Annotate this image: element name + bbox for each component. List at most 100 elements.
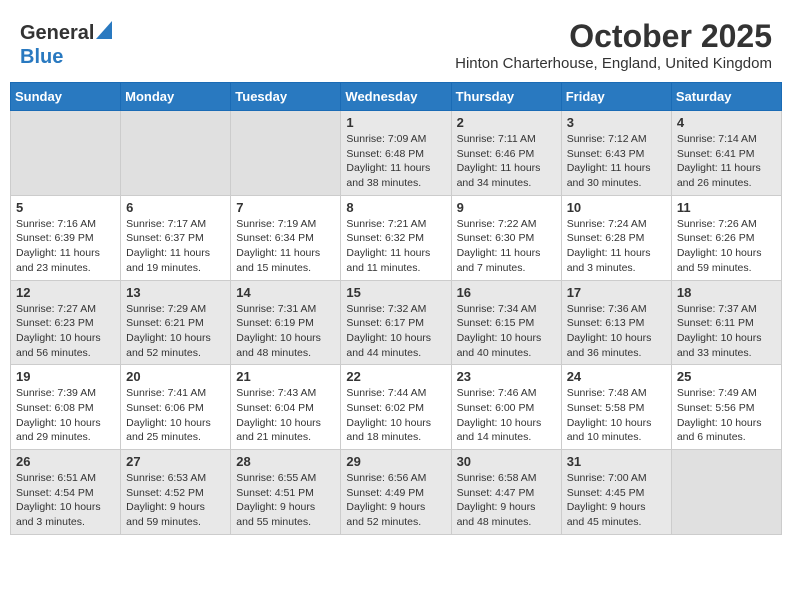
day-number: 18 bbox=[677, 285, 776, 300]
calendar-cell: 28Sunrise: 6:55 AMSunset: 4:51 PMDayligh… bbox=[231, 450, 341, 535]
day-number: 26 bbox=[16, 454, 115, 469]
day-info: Sunrise: 7:48 AMSunset: 5:58 PMDaylight:… bbox=[567, 386, 666, 445]
day-number: 13 bbox=[126, 285, 225, 300]
day-info: Sunrise: 7:12 AMSunset: 6:43 PMDaylight:… bbox=[567, 132, 666, 191]
day-number: 14 bbox=[236, 285, 335, 300]
day-number: 27 bbox=[126, 454, 225, 469]
day-info: Sunrise: 7:17 AMSunset: 6:37 PMDaylight:… bbox=[126, 217, 225, 276]
header-wednesday: Wednesday bbox=[341, 83, 451, 111]
day-info: Sunrise: 7:16 AMSunset: 6:39 PMDaylight:… bbox=[16, 217, 115, 276]
day-number: 22 bbox=[346, 369, 445, 384]
day-number: 2 bbox=[457, 115, 556, 130]
day-info: Sunrise: 7:09 AMSunset: 6:48 PMDaylight:… bbox=[346, 132, 445, 191]
calendar-cell: 9Sunrise: 7:22 AMSunset: 6:30 PMDaylight… bbox=[451, 195, 561, 280]
calendar-cell: 19 Sunrise: 7:39 AMSunset: 6:08 PMDayligh… bbox=[11, 365, 121, 450]
day-info: Sunrise: 7:31 AMSunset: 6:19 PMDaylight:… bbox=[236, 302, 335, 361]
day-info: Sunrise: 7:21 AMSunset: 6:32 PMDaylight:… bbox=[346, 217, 445, 276]
day-number: 25 bbox=[677, 369, 776, 384]
logo-blue-text: Blue bbox=[20, 46, 63, 68]
week-row-3: 12 Sunrise: 7:27 AMSunset: 6:23 PMDayligh… bbox=[11, 280, 782, 365]
calendar-cell bbox=[11, 111, 121, 196]
day-info: Sunrise: 6:51 AMSunset: 4:54 PMDaylight:… bbox=[16, 471, 115, 530]
day-number: 3 bbox=[567, 115, 666, 130]
day-info: Sunrise: 6:55 AMSunset: 4:51 PMDaylight:… bbox=[236, 471, 335, 530]
calendar-cell: 22 Sunrise: 7:44 AMSunset: 6:02 PMDayligh… bbox=[341, 365, 451, 450]
calendar-cell: 2 Sunrise: 7:11 AMSunset: 6:46 PMDaylight… bbox=[451, 111, 561, 196]
calendar-cell: 30Sunrise: 6:58 AMSunset: 4:47 PMDayligh… bbox=[451, 450, 561, 535]
day-number: 16 bbox=[457, 285, 556, 300]
day-number: 11 bbox=[677, 200, 776, 215]
calendar-cell bbox=[231, 111, 341, 196]
calendar-cell: 21 Sunrise: 7:43 AMSunset: 6:04 PMDayligh… bbox=[231, 365, 341, 450]
day-info: Sunrise: 7:24 AMSunset: 6:28 PMDaylight:… bbox=[567, 217, 666, 276]
calendar-cell: 13Sunrise: 7:29 AMSunset: 6:21 PMDayligh… bbox=[121, 280, 231, 365]
calendar-cell: 20 Sunrise: 7:41 AMSunset: 6:06 PMDayligh… bbox=[121, 365, 231, 450]
calendar-cell: 3 Sunrise: 7:12 AMSunset: 6:43 PMDaylight… bbox=[561, 111, 671, 196]
day-info: Sunrise: 6:56 AMSunset: 4:49 PMDaylight:… bbox=[346, 471, 445, 530]
logo-general-text: General bbox=[20, 22, 94, 45]
week-row-4: 19 Sunrise: 7:39 AMSunset: 6:08 PMDayligh… bbox=[11, 365, 782, 450]
day-number: 4 bbox=[677, 115, 776, 130]
calendar-cell: 31 Sunrise: 7:00 AMSunset: 4:45 PMDayligh… bbox=[561, 450, 671, 535]
calendar-cell: 10Sunrise: 7:24 AMSunset: 6:28 PMDayligh… bbox=[561, 195, 671, 280]
day-info: Sunrise: 7:37 AMSunset: 6:11 PMDaylight:… bbox=[677, 302, 776, 361]
logo-triangle-icon bbox=[96, 21, 112, 44]
calendar-cell: 18 Sunrise: 7:37 AMSunset: 6:11 PMDayligh… bbox=[671, 280, 781, 365]
header-saturday: Saturday bbox=[671, 83, 781, 111]
day-info: Sunrise: 7:19 AMSunset: 6:34 PMDaylight:… bbox=[236, 217, 335, 276]
week-row-5: 26 Sunrise: 6:51 AMSunset: 4:54 PMDayligh… bbox=[11, 450, 782, 535]
calendar-cell: 27 Sunrise: 6:53 AMSunset: 4:52 PMDayligh… bbox=[121, 450, 231, 535]
calendar-cell: 17 Sunrise: 7:36 AMSunset: 6:13 PMDayligh… bbox=[561, 280, 671, 365]
day-info: Sunrise: 7:00 AMSunset: 4:45 PMDaylight:… bbox=[567, 471, 666, 530]
header-friday: Friday bbox=[561, 83, 671, 111]
day-info: Sunrise: 7:44 AMSunset: 6:02 PMDaylight:… bbox=[346, 386, 445, 445]
day-number: 17 bbox=[567, 285, 666, 300]
calendar-cell: 16Sunrise: 7:34 AMSunset: 6:15 PMDayligh… bbox=[451, 280, 561, 365]
day-info: Sunrise: 7:14 AMSunset: 6:41 PMDaylight:… bbox=[677, 132, 776, 191]
calendar-cell: 29 Sunrise: 6:56 AMSunset: 4:49 PMDayligh… bbox=[341, 450, 451, 535]
calendar-cell: 1Sunrise: 7:09 AMSunset: 6:48 PMDaylight… bbox=[341, 111, 451, 196]
header-sunday: Sunday bbox=[11, 83, 121, 111]
month-title: October 2025 bbox=[455, 18, 772, 55]
day-info: Sunrise: 7:36 AMSunset: 6:13 PMDaylight:… bbox=[567, 302, 666, 361]
week-row-2: 5Sunrise: 7:16 AMSunset: 6:39 PMDaylight… bbox=[11, 195, 782, 280]
day-number: 24 bbox=[567, 369, 666, 384]
day-info: Sunrise: 6:58 AMSunset: 4:47 PMDaylight:… bbox=[457, 471, 556, 530]
logo: General Blue bbox=[20, 21, 112, 69]
day-info: Sunrise: 7:41 AMSunset: 6:06 PMDaylight:… bbox=[126, 386, 225, 445]
day-info: Sunrise: 6:53 AMSunset: 4:52 PMDaylight:… bbox=[126, 471, 225, 530]
day-number: 20 bbox=[126, 369, 225, 384]
page-header: General Blue October 2025 Hinton Charter… bbox=[10, 10, 782, 76]
calendar-cell: 7 Sunrise: 7:19 AMSunset: 6:34 PMDaylight… bbox=[231, 195, 341, 280]
header-tuesday: Tuesday bbox=[231, 83, 341, 111]
day-number: 7 bbox=[236, 200, 335, 215]
calendar-cell: 25 Sunrise: 7:49 AMSunset: 5:56 PMDayligh… bbox=[671, 365, 781, 450]
day-info: Sunrise: 7:46 AMSunset: 6:00 PMDaylight:… bbox=[457, 386, 556, 445]
day-number: 6 bbox=[126, 200, 225, 215]
day-number: 31 bbox=[567, 454, 666, 469]
day-info: Sunrise: 7:26 AMSunset: 6:26 PMDaylight:… bbox=[677, 217, 776, 276]
calendar-cell: 26 Sunrise: 6:51 AMSunset: 4:54 PMDayligh… bbox=[11, 450, 121, 535]
day-info: Sunrise: 7:39 AMSunset: 6:08 PMDaylight:… bbox=[16, 386, 115, 445]
day-info: Sunrise: 7:27 AMSunset: 6:23 PMDaylight:… bbox=[16, 302, 115, 361]
day-info: Sunrise: 7:43 AMSunset: 6:04 PMDaylight:… bbox=[236, 386, 335, 445]
calendar-cell: 24 Sunrise: 7:48 AMSunset: 5:58 PMDayligh… bbox=[561, 365, 671, 450]
calendar-cell: 15Sunrise: 7:32 AMSunset: 6:17 PMDayligh… bbox=[341, 280, 451, 365]
days-header-row: SundayMondayTuesdayWednesdayThursdayFrid… bbox=[11, 83, 782, 111]
day-info: Sunrise: 7:11 AMSunset: 6:46 PMDaylight:… bbox=[457, 132, 556, 191]
day-number: 15 bbox=[346, 285, 445, 300]
calendar-cell: 23 Sunrise: 7:46 AMSunset: 6:00 PMDayligh… bbox=[451, 365, 561, 450]
day-number: 21 bbox=[236, 369, 335, 384]
header-monday: Monday bbox=[121, 83, 231, 111]
header-thursday: Thursday bbox=[451, 83, 561, 111]
day-number: 12 bbox=[16, 285, 115, 300]
day-info: Sunrise: 7:49 AMSunset: 5:56 PMDaylight:… bbox=[677, 386, 776, 445]
calendar-cell: 4 Sunrise: 7:14 AMSunset: 6:41 PMDaylight… bbox=[671, 111, 781, 196]
week-row-1: 1Sunrise: 7:09 AMSunset: 6:48 PMDaylight… bbox=[11, 111, 782, 196]
day-number: 23 bbox=[457, 369, 556, 384]
day-number: 19 bbox=[16, 369, 115, 384]
calendar-cell: 12 Sunrise: 7:27 AMSunset: 6:23 PMDayligh… bbox=[11, 280, 121, 365]
day-number: 29 bbox=[346, 454, 445, 469]
location-title: Hinton Charterhouse, England, United Kin… bbox=[455, 55, 772, 72]
day-info: Sunrise: 7:22 AMSunset: 6:30 PMDaylight:… bbox=[457, 217, 556, 276]
